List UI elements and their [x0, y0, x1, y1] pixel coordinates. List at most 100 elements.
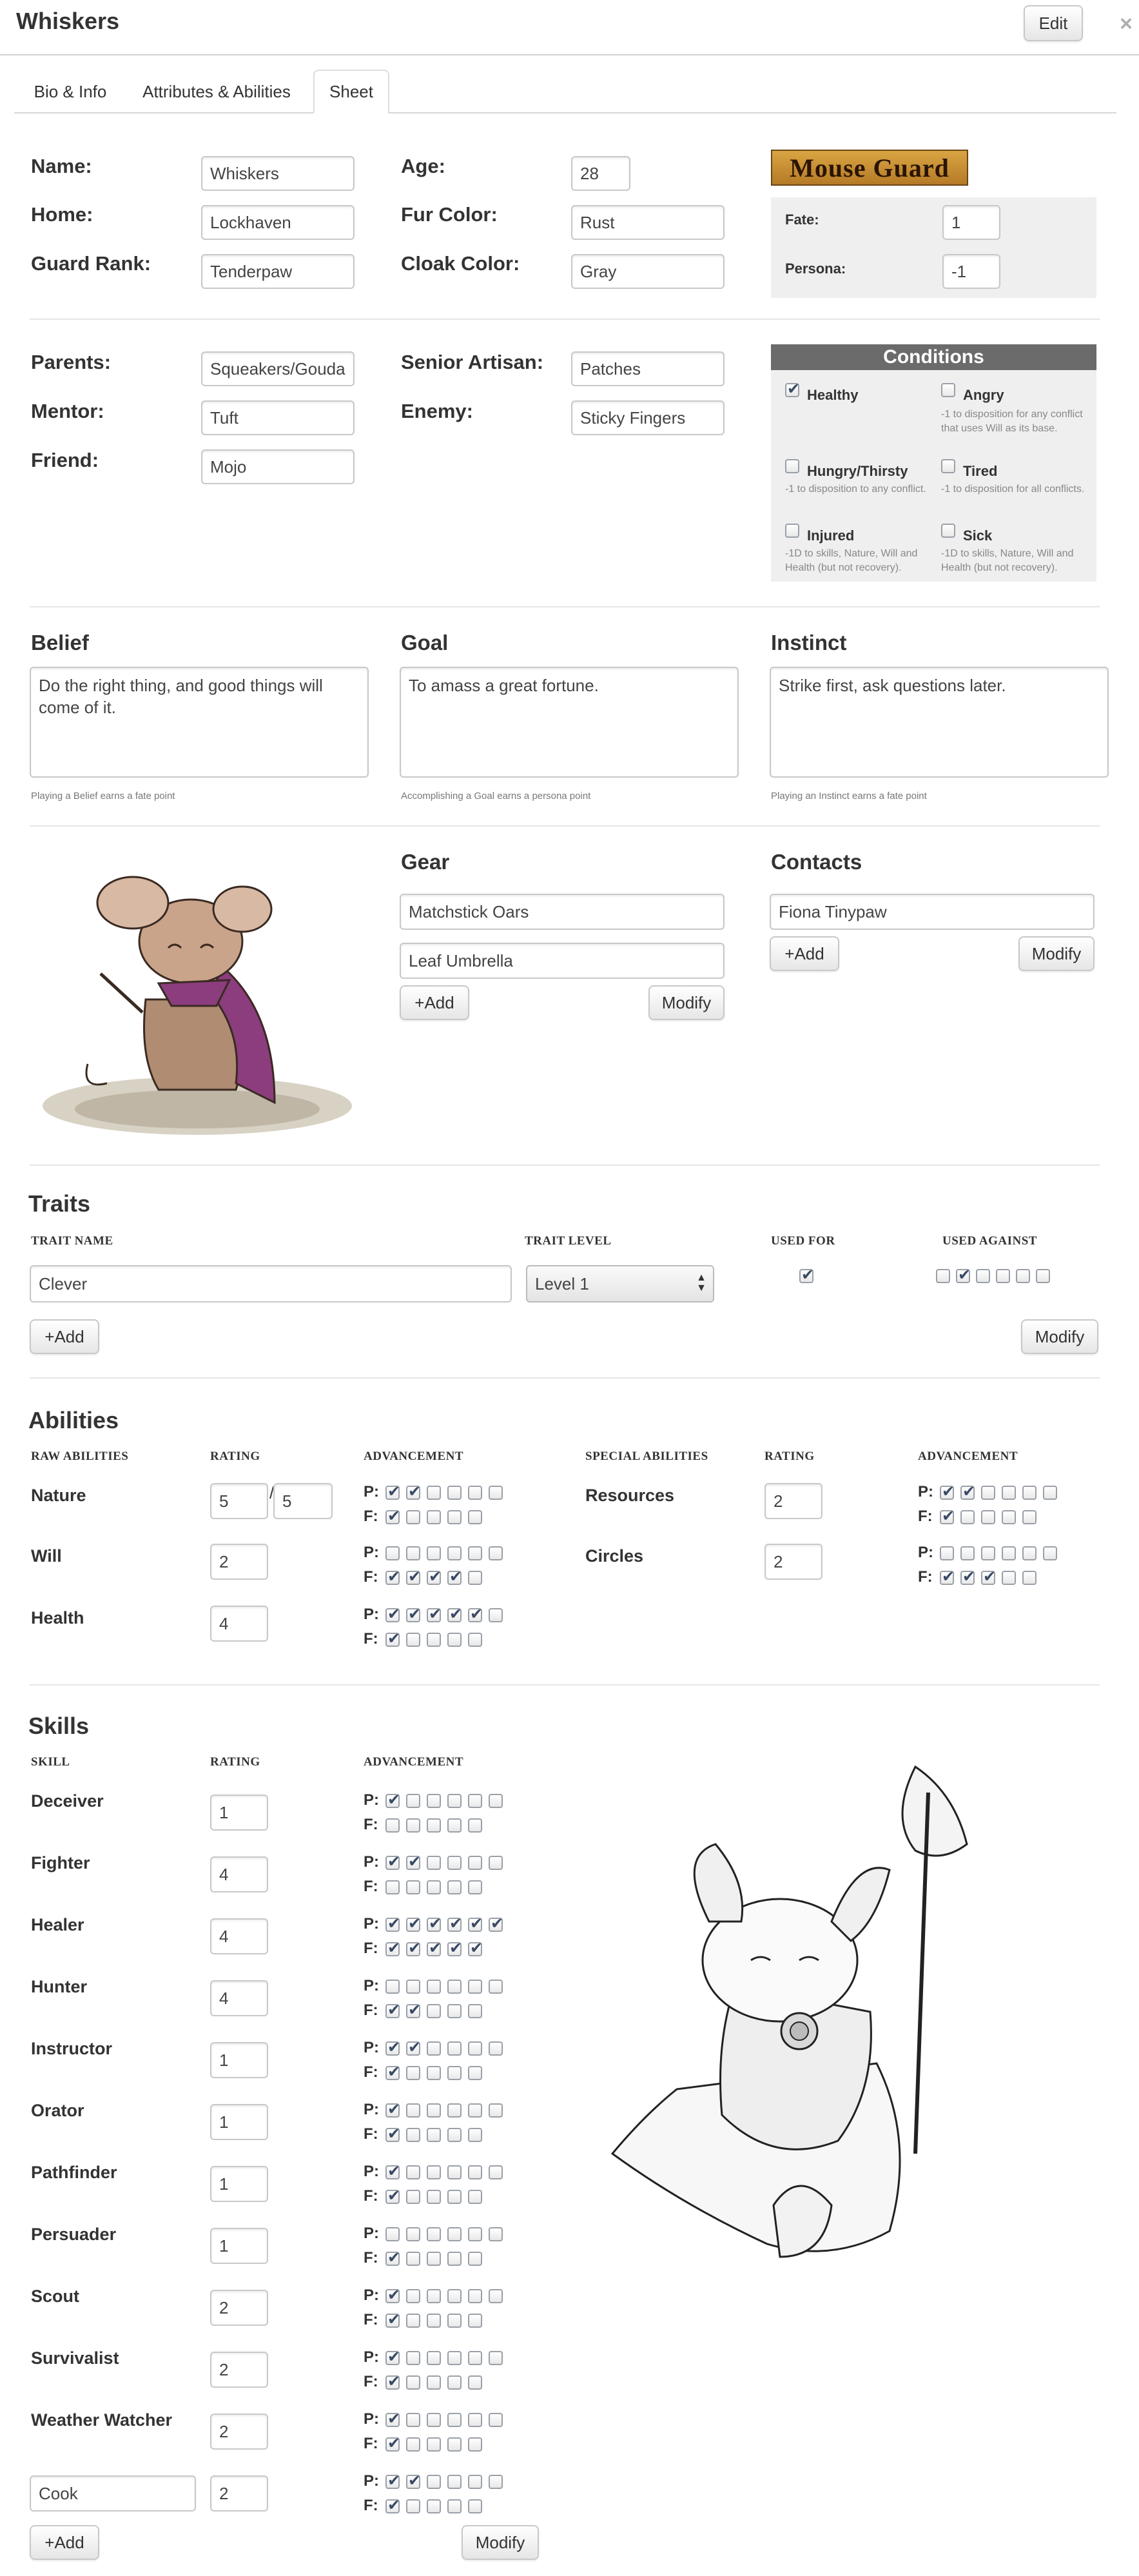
name-input[interactable]: Whiskers: [201, 156, 355, 191]
skill-pass-checkbox[interactable]: [427, 2475, 441, 2489]
ability-pass-checkbox[interactable]: [447, 1486, 462, 1500]
skill-pass-checkbox[interactable]: [447, 1980, 462, 1994]
skill-fail-checkbox[interactable]: [447, 1939, 462, 1957]
ability-pass-checkbox[interactable]: [1022, 1486, 1037, 1500]
gear-item-input[interactable]: Leaf Umbrella: [400, 943, 725, 979]
ability-fail-checkbox[interactable]: [1002, 1510, 1016, 1524]
skill-fail-checkbox[interactable]: [406, 2375, 420, 2390]
ability-pass-checkbox[interactable]: [427, 1486, 441, 1500]
skill-pass-checkbox[interactable]: [385, 2100, 400, 2118]
contact-item-input[interactable]: Fiona Tinypaw: [770, 894, 1095, 930]
friend-input[interactable]: Mojo: [201, 449, 355, 484]
belief-textarea[interactable]: Do the right thing, and good things will…: [30, 667, 369, 778]
trait-used-against-checkbox[interactable]: [1016, 1269, 1030, 1283]
ability-fail-checkbox[interactable]: [406, 1568, 421, 1586]
ability-pass-checkbox[interactable]: [385, 1482, 400, 1500]
ability-fail-checkbox[interactable]: [427, 1510, 441, 1524]
skill-pass-checkbox[interactable]: [385, 1853, 400, 1871]
skill-fail-checkbox[interactable]: [385, 2372, 400, 2390]
ability-pass-checkbox[interactable]: [385, 1605, 400, 1623]
ability-fail-checkbox[interactable]: [468, 1571, 482, 1585]
skill-pass-checkbox[interactable]: [427, 2103, 441, 2118]
ability-pass-checkbox[interactable]: [981, 1486, 995, 1500]
ability-pass-checkbox[interactable]: [489, 1546, 503, 1560]
skill-pass-checkbox[interactable]: [468, 1856, 482, 1870]
skill-fail-checkbox[interactable]: [427, 2190, 441, 2204]
skill-pass-checkbox[interactable]: [468, 2041, 482, 2056]
skill-pass-checkbox[interactable]: [447, 1914, 462, 1932]
tab-attributes-abilities[interactable]: Attributes & Abilities: [126, 70, 307, 113]
skill-pass-checkbox[interactable]: [385, 2286, 400, 2304]
skill-fail-checkbox[interactable]: [447, 2375, 462, 2390]
ability-fail-checkbox[interactable]: [447, 1633, 462, 1647]
trait-used-against-checkbox[interactable]: [1036, 1269, 1050, 1283]
trait-level-select[interactable]: Level 1 ▲ ▼: [526, 1265, 714, 1303]
skill-pass-checkbox[interactable]: [427, 2413, 441, 2427]
skill-fail-checkbox[interactable]: [406, 1880, 420, 1894]
skill-fail-checkbox[interactable]: [385, 2125, 400, 2143]
ability-fail-checkbox[interactable]: [406, 1633, 420, 1647]
skill-pass-checkbox[interactable]: [406, 1980, 420, 1994]
skill-pass-checkbox[interactable]: [447, 2289, 462, 2303]
skill-pass-checkbox[interactable]: [468, 2351, 482, 2365]
skill-fail-checkbox[interactable]: [406, 2437, 420, 2452]
skill-pass-checkbox[interactable]: [468, 2103, 482, 2118]
skill-fail-checkbox[interactable]: [406, 1939, 421, 1957]
skill-fail-checkbox[interactable]: [447, 2314, 462, 2328]
skill-pass-checkbox[interactable]: [406, 1914, 421, 1932]
skill-fail-checkbox[interactable]: [447, 2499, 462, 2513]
trait-used-for-checkbox[interactable]: [799, 1266, 814, 1284]
skill-pass-checkbox[interactable]: [489, 2041, 503, 2056]
instinct-textarea[interactable]: Strike first, ask questions later.: [770, 667, 1109, 778]
skill-pass-checkbox[interactable]: [489, 1980, 503, 1994]
skill-fail-checkbox[interactable]: [447, 2128, 462, 2142]
skill-pass-checkbox[interactable]: [489, 2103, 503, 2118]
skill-pass-checkbox[interactable]: [406, 2472, 421, 2490]
skill-fail-checkbox[interactable]: [468, 2066, 482, 2080]
skill-fail-checkbox[interactable]: [427, 2252, 441, 2266]
skill-pass-checkbox[interactable]: [489, 2351, 503, 2365]
ability-fail-checkbox[interactable]: [981, 1510, 995, 1524]
skill-rating-input[interactable]: 2: [210, 2290, 268, 2326]
skill-fail-checkbox[interactable]: [447, 1818, 462, 1833]
skills-modify-button[interactable]: Modify: [462, 2525, 539, 2560]
goal-textarea[interactable]: To amass a great fortune.: [400, 667, 739, 778]
condition-angry-checkbox[interactable]: [941, 383, 955, 397]
skill-fail-checkbox[interactable]: [406, 1818, 420, 1833]
skill-fail-checkbox[interactable]: [427, 2437, 441, 2452]
skill-fail-checkbox[interactable]: [385, 1818, 400, 1833]
skill-pass-checkbox[interactable]: [468, 2289, 482, 2303]
skill-fail-checkbox[interactable]: [385, 1939, 400, 1957]
condition-injured-checkbox[interactable]: [785, 524, 799, 538]
condition-healthy-checkbox[interactable]: [785, 380, 800, 398]
skill-fail-checkbox[interactable]: [468, 2128, 482, 2142]
skill-pass-checkbox[interactable]: [468, 1914, 483, 1932]
skill-pass-checkbox[interactable]: [489, 1914, 503, 1932]
skill-pass-checkbox[interactable]: [385, 2038, 400, 2056]
skill-pass-checkbox[interactable]: [406, 2351, 420, 2365]
senior-artisan-input[interactable]: Patches: [571, 351, 725, 386]
ability-pass-checkbox[interactable]: [406, 1482, 421, 1500]
skill-rating-input[interactable]: 1: [210, 2042, 268, 2078]
skill-pass-checkbox[interactable]: [406, 2165, 420, 2179]
traits-add-button[interactable]: +Add: [30, 1319, 99, 1354]
ability-pass-checkbox[interactable]: [940, 1482, 955, 1500]
skill-fail-checkbox[interactable]: [468, 2252, 482, 2266]
skill-fail-checkbox[interactable]: [427, 2314, 441, 2328]
trait-used-against-checkbox[interactable]: [996, 1269, 1010, 1283]
close-icon[interactable]: ×: [1120, 12, 1133, 37]
skill-rating-input[interactable]: 4: [210, 1918, 268, 1954]
gear-add-button[interactable]: +Add: [400, 985, 469, 1020]
skill-fail-checkbox[interactable]: [427, 1880, 441, 1894]
skill-fail-checkbox[interactable]: [406, 2499, 420, 2513]
skill-rating-input[interactable]: 2: [210, 2414, 268, 2450]
ability-pass-checkbox[interactable]: [1043, 1546, 1057, 1560]
ability-fail-checkbox[interactable]: [1022, 1571, 1037, 1585]
ability-pass-checkbox[interactable]: [447, 1605, 462, 1623]
ability-pass-checkbox[interactable]: [489, 1608, 503, 1622]
skill-pass-checkbox[interactable]: [447, 2227, 462, 2241]
resources-rating-input[interactable]: 2: [764, 1483, 823, 1519]
skill-pass-checkbox[interactable]: [447, 2475, 462, 2489]
ability-pass-checkbox[interactable]: [1022, 1546, 1037, 1560]
skill-pass-checkbox[interactable]: [468, 2475, 482, 2489]
